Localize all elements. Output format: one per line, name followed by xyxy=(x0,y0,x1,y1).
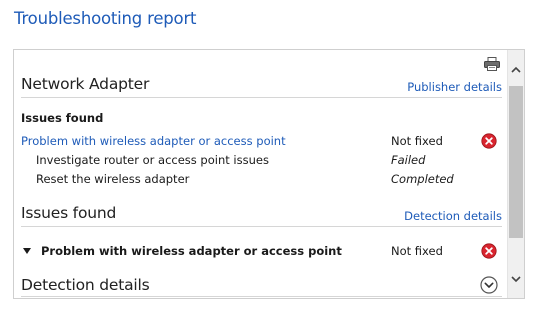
problem-link[interactable]: Problem with wireless adapter or access … xyxy=(21,134,286,148)
section-divider xyxy=(21,296,502,297)
section-divider xyxy=(21,97,502,98)
chevron-down-circle-icon[interactable] xyxy=(480,276,498,294)
section-title-issues-found: Issues found xyxy=(21,204,117,222)
issues-found-label: Issues found xyxy=(21,111,104,125)
error-x-icon xyxy=(481,133,497,149)
step-row: Investigate router or access point issue… xyxy=(14,152,508,170)
issue-row[interactable]: Problem with wireless adapter or access … xyxy=(14,243,508,261)
section-divider xyxy=(21,226,502,227)
error-x-icon xyxy=(481,243,497,259)
page-title: Troubleshooting report xyxy=(14,9,197,28)
step-label: Investigate router or access point issue… xyxy=(36,153,269,167)
publisher-details-link[interactable]: Publisher details xyxy=(407,80,502,94)
problem-status: Not fixed xyxy=(391,134,443,148)
printer-icon[interactable] xyxy=(484,56,500,71)
scrollbar-thumb[interactable] xyxy=(509,86,523,238)
step-status: Failed xyxy=(391,153,426,167)
triangle-down-icon[interactable] xyxy=(23,248,31,254)
issue-status: Not fixed xyxy=(391,244,443,258)
vertical-scrollbar[interactable] xyxy=(507,50,524,298)
report-content: Network Adapter Publisher details Issues… xyxy=(14,50,508,298)
chevron-up-icon[interactable] xyxy=(508,60,524,80)
issue-label: Problem with wireless adapter or access … xyxy=(41,244,342,258)
chevron-down-icon[interactable] xyxy=(508,270,524,290)
step-row: Reset the wireless adapter Completed xyxy=(14,171,508,189)
section-title-network-adapter: Network Adapter xyxy=(21,75,150,93)
step-status: Completed xyxy=(391,172,454,186)
troubleshooting-report-panel: Network Adapter Publisher details Issues… xyxy=(13,49,525,299)
detection-details-link[interactable]: Detection details xyxy=(404,209,502,223)
section-title-detection-details: Detection details xyxy=(21,276,150,294)
problem-row: Problem with wireless adapter or access … xyxy=(14,133,508,151)
step-label: Reset the wireless adapter xyxy=(36,172,190,186)
